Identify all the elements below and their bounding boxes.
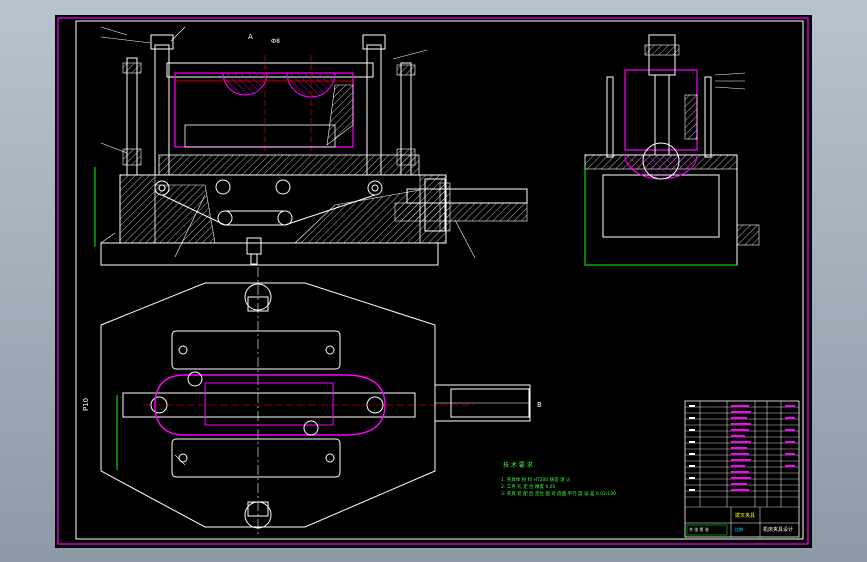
top-view-mark: Ф8 [271, 38, 280, 45]
right-mark: B [537, 401, 542, 409]
note-line-2: 2. 工件 孔 定 位 精度 0.05 [501, 483, 556, 490]
note-line-3: 3. 夹具 装 配 后 定位 面 对 底面 平行 度 误 差 0.02/100 [501, 490, 616, 497]
title-block: 拨叉夹具 机床夹具设计 比例 共 张 第 张 [684, 400, 800, 538]
top-view: Р10 B [82, 282, 542, 529]
sheet-label: 共 张 第 张 [689, 526, 709, 532]
front-view: A [94, 26, 528, 266]
note-line-1: 1. 夹具体 材 料 HT200 铸造 退 火 [501, 476, 571, 483]
notes-heading: 技 术 要 求 [503, 461, 533, 469]
side-view [584, 34, 760, 266]
drawing-canvas: A Р10 B 技 术 要 求 1. 夹具体 材 料 HT200 铸造 退 火 … [57, 17, 809, 545]
section-mark: A [248, 33, 253, 41]
scale-label: 比例 [735, 526, 743, 532]
part-name: 拨叉夹具 [735, 512, 755, 519]
technical-notes: 技 术 要 求 1. 夹具体 材 料 HT200 铸造 退 火 2. 工件 孔 … [501, 461, 616, 497]
side-mark: Р10 [82, 398, 90, 411]
drawing-title: 机床夹具设计 [763, 526, 793, 533]
cad-viewport[interactable]: A Р10 B 技 术 要 求 1. 夹具体 材 料 HT200 铸造 退 火 … [55, 15, 812, 548]
